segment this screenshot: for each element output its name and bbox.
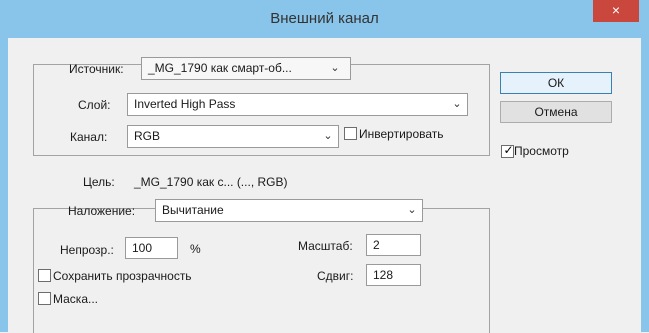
preview-label[interactable]: Просмотр [514,144,569,158]
chevron-down-icon: ⌄ [323,130,333,142]
target-value: _MG_1790 как с... (..., RGB) [134,175,288,189]
blending-dropdown[interactable]: Вычитание ⌄ [155,199,423,222]
preview-checkbox[interactable]: ✓ [501,143,514,158]
source-value: _MG_1790 как смарт-об... [148,61,292,75]
source-label: Источник: [69,62,124,76]
dialog-body: Источник: _MG_1790 как смарт-об... ⌄ Сло… [8,38,641,333]
invert-label[interactable]: Инвертировать [359,127,444,141]
chevron-down-icon: ⌄ [407,204,417,216]
channel-value: RGB [134,129,161,143]
blending-label: Наложение: [68,204,136,218]
opacity-input[interactable]: 100 [125,237,178,259]
title-bar: Внешний канал × [0,0,649,38]
blending-value: Вычитание [162,203,224,217]
preserve-transparency-checkbox[interactable] [38,269,51,282]
offset-label: Сдвиг: [317,269,354,283]
window-border-right [641,38,649,332]
cancel-button[interactable]: Отмена [500,101,612,123]
opacity-label: Непрозр.: [60,243,114,257]
chevron-down-icon: ⌄ [452,98,462,110]
scale-input[interactable]: 2 [366,234,421,256]
close-button[interactable]: × [593,0,639,22]
channel-label: Канал: [70,130,108,144]
layer-label: Слой: [78,98,111,112]
invert-checkbox[interactable] [344,127,357,140]
mask-label[interactable]: Маска... [53,292,98,306]
offset-input[interactable]: 128 [366,264,421,286]
ok-button[interactable]: ОК [500,72,612,94]
target-label: Цель: [83,175,115,189]
preserve-transparency-label[interactable]: Сохранить прозрачность [53,269,192,283]
channel-dropdown[interactable]: RGB ⌄ [127,125,339,148]
scale-label: Масштаб: [298,239,353,253]
chevron-down-icon: ⌄ [330,62,340,74]
opacity-unit: % [190,242,201,256]
source-dropdown[interactable]: _MG_1790 как смарт-об... ⌄ [141,57,351,80]
window-border-left [0,38,8,332]
close-icon: × [611,2,621,18]
window-title: Внешний канал [270,10,379,27]
layer-value: Inverted High Pass [134,97,236,111]
layer-dropdown[interactable]: Inverted High Pass ⌄ [127,93,468,116]
mask-checkbox[interactable] [38,292,51,305]
